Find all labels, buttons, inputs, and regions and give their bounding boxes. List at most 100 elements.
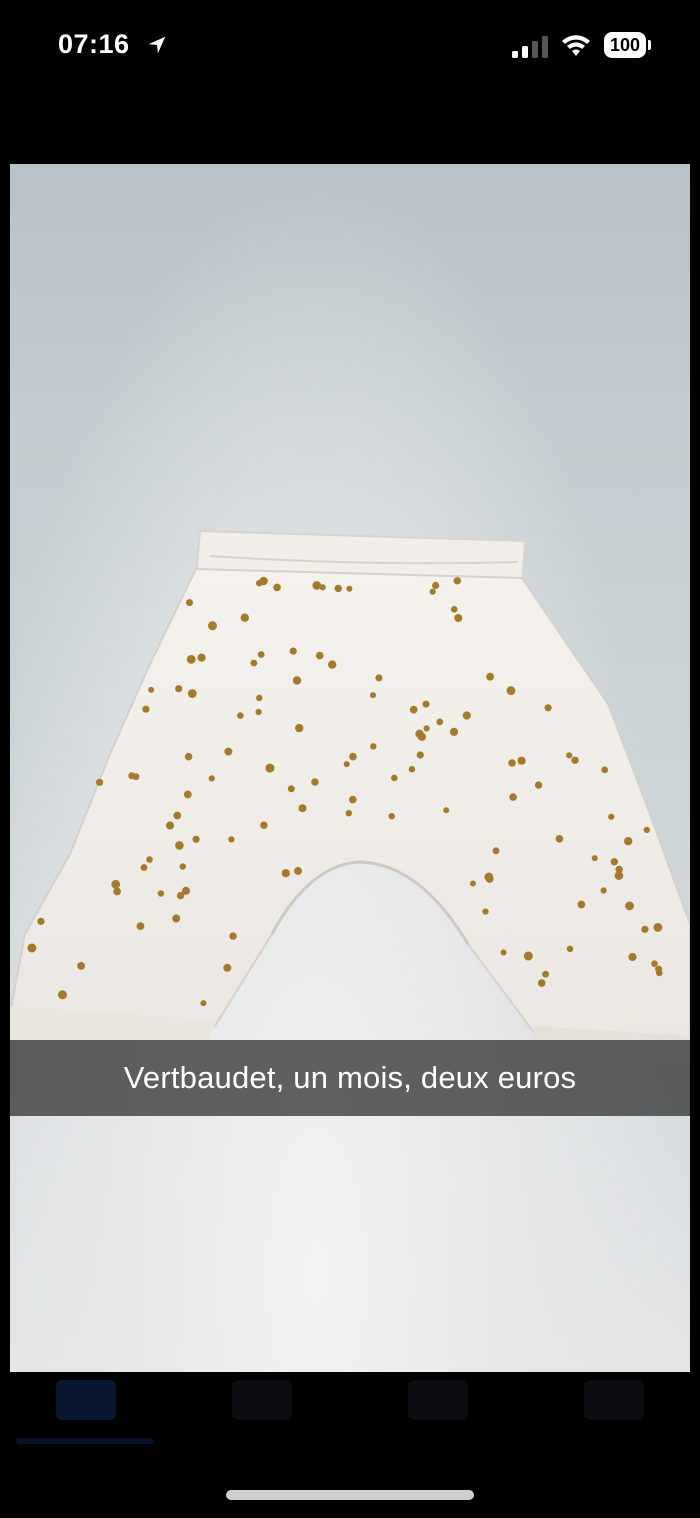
polka-dot (287, 785, 295, 793)
polka-dot (111, 879, 121, 889)
polka-dot (517, 756, 526, 765)
polka-dot (432, 581, 440, 590)
polka-dot (228, 836, 235, 843)
home-indicator[interactable] (226, 1490, 474, 1500)
search-tab-icon[interactable] (584, 1380, 644, 1420)
polka-dot (443, 807, 450, 814)
status-time: 07:16 (58, 29, 130, 59)
polka-dot (295, 723, 304, 733)
polka-dot (409, 705, 418, 714)
list-tab-icon[interactable] (232, 1380, 292, 1420)
polka-dot (641, 925, 649, 933)
polka-dot (523, 951, 533, 961)
polka-dot (223, 963, 232, 972)
baby-pants-image (10, 529, 690, 1066)
polka-dot (175, 685, 183, 693)
active-tab-indicator (16, 1438, 154, 1444)
polka-dot (250, 659, 258, 667)
polka-dot (192, 835, 200, 843)
cellular-signal-icon (512, 36, 548, 58)
polka-dot (334, 584, 342, 593)
polka-dot (292, 676, 302, 685)
polka-dot (423, 725, 430, 732)
polka-dot (349, 752, 357, 761)
polka-dot (656, 969, 663, 977)
polka-dot (208, 621, 217, 631)
polka-dot (388, 813, 395, 820)
polka-dot (555, 835, 564, 843)
polka-dot (128, 772, 136, 780)
polka-dot (148, 686, 155, 693)
polka-dot (257, 651, 265, 658)
pants-body (10, 567, 690, 1046)
polka-dot (166, 821, 174, 830)
polka-dot (614, 871, 624, 880)
polka-dot (260, 821, 268, 829)
polka-dot (37, 917, 45, 926)
polka-dot (628, 952, 637, 962)
polka-dot (186, 655, 196, 664)
polka-dot (577, 900, 586, 909)
polka-dot (157, 890, 165, 897)
polka-dot (566, 752, 573, 759)
polka-dot (175, 841, 184, 850)
polka-dot (294, 866, 302, 875)
polka-dot (375, 674, 383, 682)
polka-dot (484, 872, 494, 882)
polka-dot (187, 689, 197, 698)
polka-dot (566, 945, 574, 952)
polka-dot (142, 705, 150, 713)
polka-dot (173, 811, 182, 820)
photo-tab-icon[interactable] (56, 1380, 116, 1420)
polka-dot (601, 766, 609, 774)
polka-dot (256, 694, 263, 702)
polka-dot (182, 886, 190, 895)
polka-dot (237, 712, 244, 719)
polka-dot (179, 863, 186, 870)
caption-text: Vertbaudet, un mois, deux euros (123, 1060, 577, 1095)
polka-dot (542, 970, 549, 978)
polka-dot (624, 837, 633, 846)
polka-dot (651, 960, 658, 967)
polka-dot (370, 692, 376, 699)
polka-dot (146, 856, 153, 863)
polka-dot (509, 793, 517, 801)
polka-dot (96, 778, 104, 786)
polka-dot (140, 864, 148, 871)
polka-dot (289, 647, 297, 655)
polka-dot (343, 761, 350, 768)
polka-dot (506, 686, 516, 695)
polka-dot (544, 704, 552, 712)
polka-dot (625, 901, 634, 911)
polka-dot (136, 922, 145, 930)
polka-dot (416, 751, 424, 759)
location-arrow-icon (148, 36, 166, 54)
polka-dot (312, 581, 322, 590)
polka-dot (462, 711, 471, 720)
polka-dot (454, 614, 463, 622)
polka-dot (346, 585, 353, 592)
status-bar: 07:16 100 (0, 0, 700, 100)
battery-cap (648, 40, 651, 50)
bag-tab-icon[interactable] (408, 1380, 468, 1420)
polka-dot (415, 729, 424, 738)
snap-photo[interactable]: Vertbaudet, un mois, deux euros (10, 164, 690, 1372)
polka-dot (200, 1000, 207, 1007)
polka-dot (349, 795, 357, 804)
polka-dot (508, 759, 516, 767)
battery-level: 100 (604, 32, 646, 58)
polka-dot (186, 599, 193, 607)
polka-dot (197, 653, 206, 662)
polka-dot (451, 606, 458, 613)
polka-dot (643, 826, 650, 834)
polka-dot (370, 743, 377, 750)
wifi-icon (562, 35, 590, 56)
polka-dot (571, 756, 579, 764)
polka-dot (240, 613, 249, 622)
polka-dot (600, 887, 607, 894)
polka-dot (429, 588, 436, 595)
polka-dot (500, 949, 507, 956)
polka-dot (229, 932, 237, 940)
polka-dot (492, 847, 500, 855)
polka-dot (591, 855, 598, 862)
